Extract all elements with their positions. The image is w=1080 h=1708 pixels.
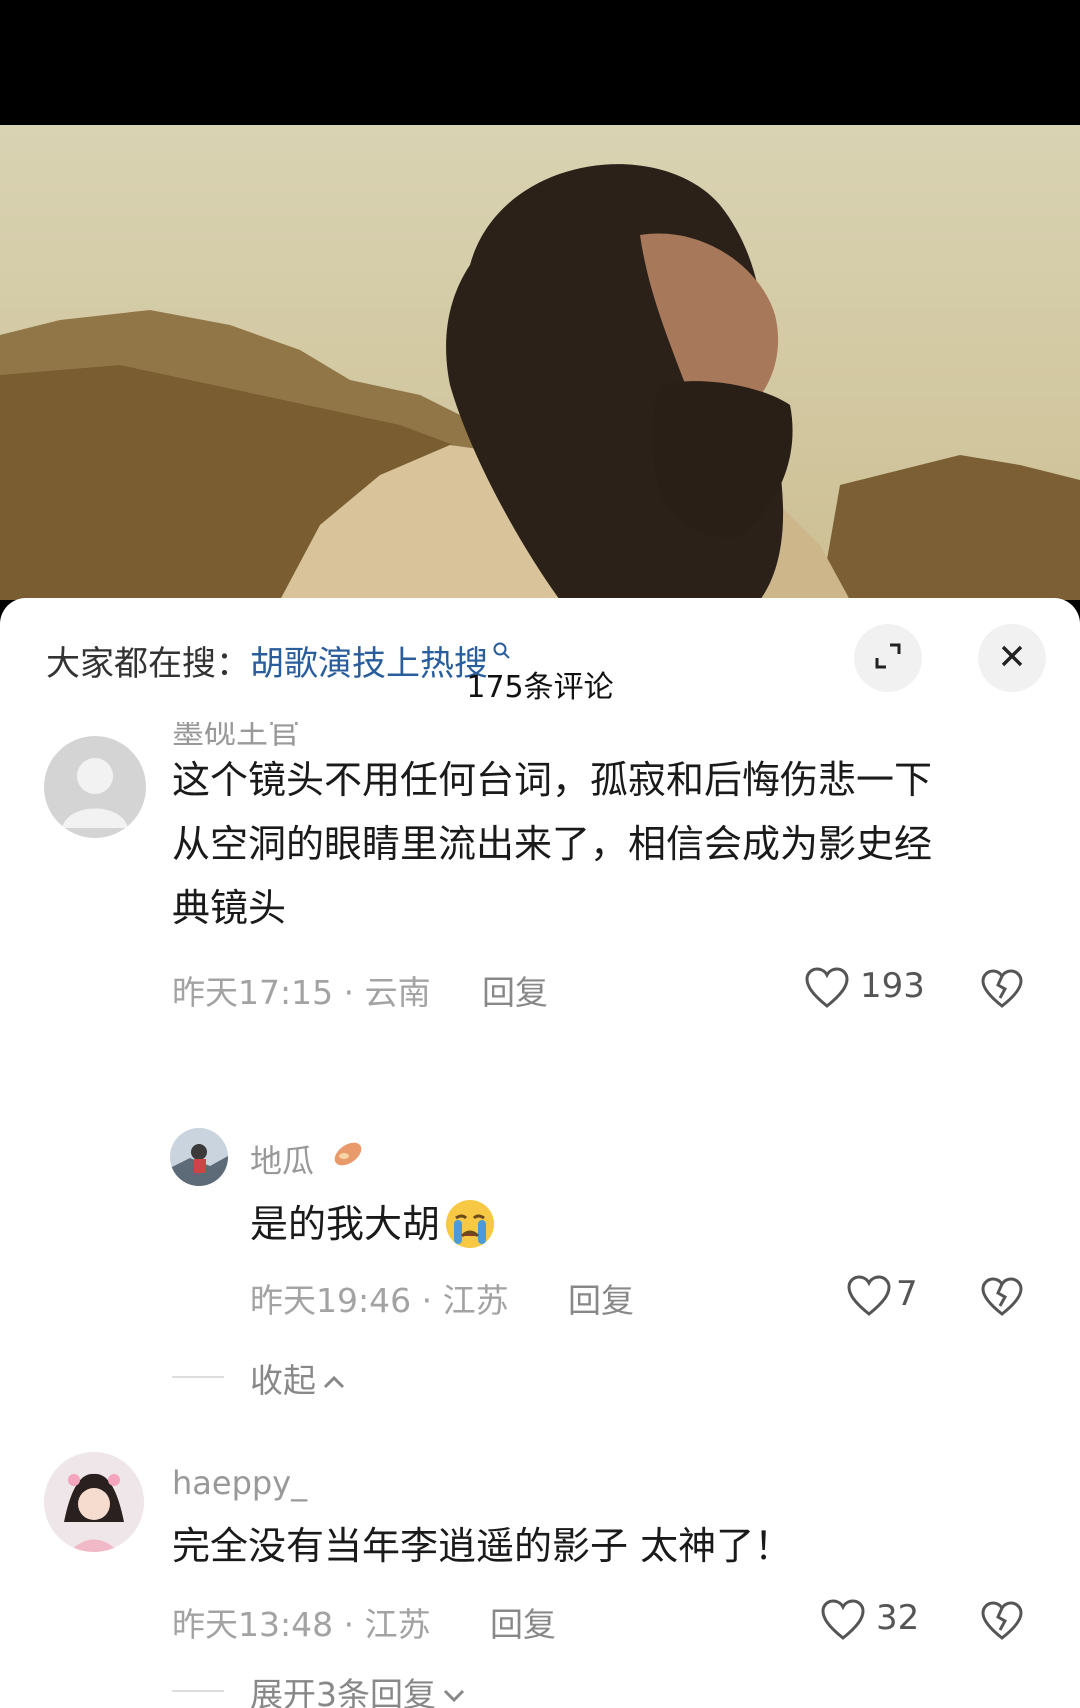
chevron-up-icon: [322, 1359, 346, 1398]
heart-icon[interactable]: [820, 1598, 866, 1646]
divider: [172, 1690, 224, 1692]
heart-icon[interactable]: [804, 966, 850, 1014]
comment-text-line: 典镜头: [172, 886, 287, 930]
reply-text: 是的我大胡: [250, 1192, 496, 1256]
video-player[interactable]: [0, 0, 1080, 600]
dislike-icon[interactable]: [980, 968, 1024, 1014]
comment-text: 这个镜头不用任何台词，孤寂和后悔伤悲一下 从空洞的眼睛里流出来了，相信会成为影史…: [172, 748, 932, 940]
dislike-icon[interactable]: [980, 1600, 1024, 1646]
divider: [172, 1376, 224, 1378]
expand-replies-button[interactable]: 展开3条回复: [250, 1668, 466, 1708]
reply-username[interactable]: 地瓜: [250, 1136, 314, 1182]
collapse-label: 收起: [250, 1361, 316, 1400]
comment-text-line: 从空洞的眼睛里流出来了，相信会成为影史经: [172, 822, 933, 866]
reply-button[interactable]: 回复: [482, 966, 548, 1014]
comment-username[interactable]: haeppy_: [172, 1464, 307, 1502]
comment-time-location: 昨天17:15 · 云南: [172, 973, 431, 1012]
like-count: 193: [860, 966, 925, 1006]
reply-time-location: 昨天19:46 · 江苏: [250, 1281, 509, 1320]
avatar[interactable]: [170, 1128, 228, 1186]
reply-button[interactable]: 回复: [568, 1274, 634, 1322]
avatar[interactable]: [44, 736, 146, 838]
reply-button[interactable]: 回复: [490, 1598, 556, 1646]
comment-username[interactable]: 墨砚王官: [172, 722, 300, 748]
video-frame[interactable]: [0, 125, 1080, 600]
crying-emoji: [444, 1198, 496, 1250]
dislike-icon[interactable]: [980, 1276, 1024, 1322]
expand-replies-label: 展开3条回复: [250, 1675, 436, 1708]
video-still-image: [0, 125, 1080, 600]
reply-text-content: 是的我大胡: [250, 1202, 441, 1246]
like-count: 7: [896, 1274, 918, 1314]
comment-text-line: 这个镜头不用任何台词，孤寂和后悔伤悲一下: [172, 758, 933, 802]
comment-time-location: 昨天13:48 · 江苏: [172, 1605, 431, 1644]
comment-text: 完全没有当年李逍遥的影子 太神了！: [172, 1524, 793, 1568]
chevron-down-icon: [442, 1673, 466, 1708]
comment-count: 175条评论: [466, 670, 614, 705]
collapse-replies-button[interactable]: 收起: [250, 1354, 346, 1402]
avatar[interactable]: [44, 1452, 144, 1552]
comment-sheet: 大家都在搜： 胡歌演技上热搜 175条评论 墨砚王官 这个镜头不用任何台词，孤寂…: [0, 598, 1080, 1708]
sweet-potato-emoji: [330, 1134, 366, 1174]
heart-icon[interactable]: [846, 1274, 892, 1322]
like-count: 32: [876, 1598, 920, 1638]
